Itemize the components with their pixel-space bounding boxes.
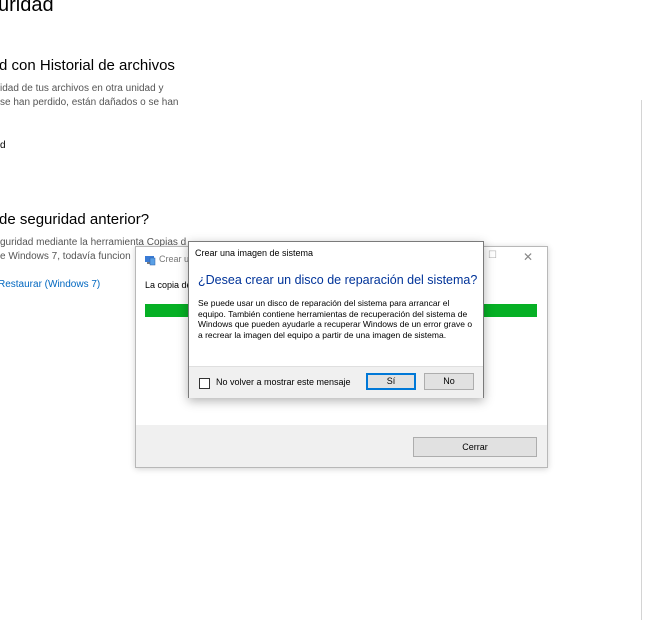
file-history-desc-line1: idad de tus archivos en otra unidad y xyxy=(0,83,164,94)
yes-button[interactable]: Sí xyxy=(366,373,416,390)
repair-disc-dialog: Crear una imagen de sistema ¿Desea crear… xyxy=(188,241,484,398)
dialog-footer: No volver a mostrar este mensaje Sí No xyxy=(189,366,483,398)
close-button[interactable]: Cerrar xyxy=(413,437,537,457)
dialog-title: Crear una imagen de sistema xyxy=(195,248,314,258)
dialog-heading: ¿Desea crear un disco de reparación del … xyxy=(198,273,478,287)
page-title: uridad xyxy=(0,0,54,16)
window-backup-icon xyxy=(144,253,156,266)
file-history-fragment: d xyxy=(0,140,6,151)
file-history-heading: d con Historial de archivos xyxy=(0,57,175,74)
no-button[interactable]: No xyxy=(424,373,474,390)
dont-show-again-label[interactable]: No volver a mostrar este mensaje xyxy=(216,377,351,387)
backup-status-text: La copia de xyxy=(145,280,192,290)
close-icon[interactable]: ✕ xyxy=(523,250,533,264)
dialog-body-text: Se puede usar un disco de reparación del… xyxy=(198,298,473,340)
old-backup-desc-line2: e Windows 7, todavía funcion xyxy=(0,251,131,262)
page-divider xyxy=(641,100,642,620)
old-backup-heading: de seguridad anterior? xyxy=(0,211,150,228)
file-history-desc-line2: se han perdido, están dañados o se han xyxy=(0,97,179,108)
backup-window-title: Crear u xyxy=(159,254,190,264)
dont-show-again-checkbox[interactable] xyxy=(199,378,210,389)
maximize-icon[interactable]: ☐ xyxy=(488,250,497,261)
restore-windows7-link[interactable]: Restaurar (Windows 7) xyxy=(0,279,100,290)
